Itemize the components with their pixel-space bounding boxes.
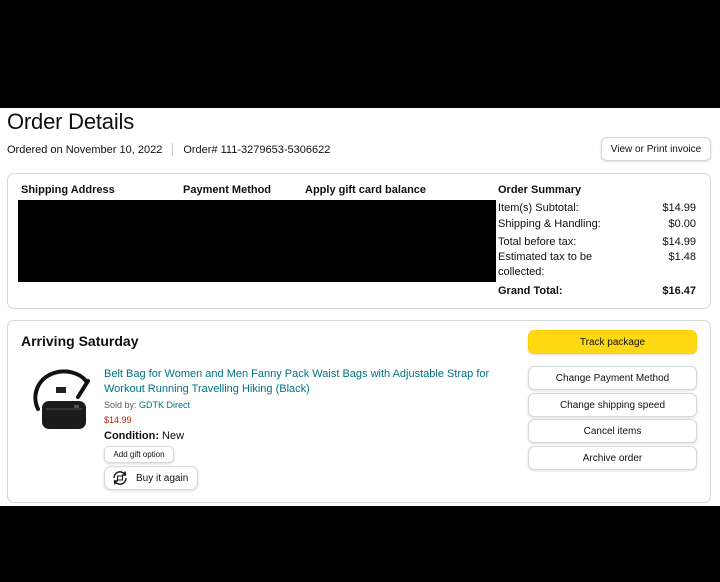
buy-it-again-button[interactable]: Buy it again [104, 466, 198, 490]
summary-row-before-tax: Total before tax: $14.99 [498, 236, 696, 248]
page-title: Order Details [7, 109, 134, 134]
product-condition: Condition: New [104, 430, 185, 442]
sold-by: Sold by: GDTK Direct [104, 400, 191, 410]
reorder-cycle-icon [113, 471, 127, 485]
product-price: $14.99 [104, 415, 132, 425]
product-title-link[interactable]: Belt Bag for Women and Men Fanny Pack Wa… [104, 367, 504, 397]
order-meta: Ordered on November 10, 2022 Order# 111-… [7, 143, 330, 156]
add-gift-option-button[interactable]: Add gift option [104, 446, 174, 463]
gift-card-balance-label: Apply gift card balance [305, 184, 427, 196]
buy-it-again-label: Buy it again [136, 472, 189, 484]
order-details-page: Order Details Ordered on November 10, 20… [0, 108, 720, 506]
meta-divider [172, 143, 174, 156]
view-print-invoice-button[interactable]: View or Print invoice [601, 137, 711, 161]
summary-row-grand-total: Grand Total: $16.47 [498, 285, 696, 297]
delivery-status: Arriving Saturday [21, 333, 139, 349]
shipping-address-label: Shipping Address [21, 184, 115, 196]
archive-order-button[interactable]: Archive order [528, 446, 697, 470]
summary-row-subtotal: Item(s) Subtotal: $14.99 [498, 202, 696, 214]
summary-row-tax: Estimated tax to be collected: $1.48 [498, 251, 696, 278]
order-number: Order# 111-3279653-5306622 [183, 143, 331, 156]
payment-method-label: Payment Method [183, 184, 272, 196]
summary-row-shipping: Shipping & Handling: $0.00 [498, 218, 696, 230]
cancel-items-button[interactable]: Cancel items [528, 419, 697, 443]
fanny-pack-product-image[interactable] [28, 367, 94, 437]
change-shipping-speed-button[interactable]: Change shipping speed [528, 393, 697, 417]
redacted-block [18, 200, 496, 282]
change-payment-method-button[interactable]: Change Payment Method [528, 366, 697, 390]
track-package-button[interactable]: Track package [528, 330, 697, 354]
order-summary-title: Order Summary [498, 184, 582, 196]
shipment-box: Arriving Saturday Belt Bag for Women and… [7, 320, 711, 503]
order-info-box: Shipping Address Payment Method Apply gi… [7, 173, 711, 309]
seller-link[interactable]: GDTK Direct [139, 400, 190, 410]
order-date: Ordered on November 10, 2022 [7, 143, 163, 156]
